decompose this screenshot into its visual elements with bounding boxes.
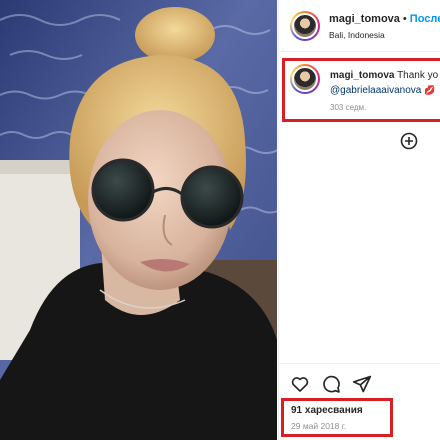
post-username-link[interactable]: magi_tomova [329,13,400,25]
post-header: magi_tomova • После Bali, Indonesia [279,0,440,52]
follow-button[interactable]: После [410,13,440,25]
kiss-emoji: 💋 [424,85,436,95]
separator-dot: • [402,13,407,25]
post-image [0,0,277,440]
comment-text: magi_tomova Thank yo @gabrielaaaivanova … [330,68,438,98]
comment-avatar[interactable] [290,64,320,94]
heart-icon[interactable] [290,374,310,394]
avatar[interactable] [290,11,320,41]
comment-username-link[interactable]: magi_tomova [330,70,394,81]
comment-body: Thank yo [397,70,439,81]
post-author-line: magi_tomova • После [329,13,440,25]
plus-circle-icon[interactable] [400,132,418,150]
caption-comment: magi_tomova Thank yo @gabrielaaaivanova … [279,56,440,122]
action-bar [279,363,440,399]
post-photo[interactable] [0,0,277,440]
likes-count[interactable]: 91 харесвания [291,405,363,416]
location-link[interactable]: Bali, Indonesia [329,30,385,40]
comment-icon[interactable] [321,374,341,394]
post-sidebar: magi_tomova • После Bali, Indonesia magi_t… [278,0,440,440]
comment-timestamp[interactable]: 303 седм. [330,103,366,112]
post-date: 29 май 2018 г. [291,421,347,431]
mention-link[interactable]: @gabrielaaaivanova [330,85,421,96]
send-icon[interactable] [352,374,372,394]
